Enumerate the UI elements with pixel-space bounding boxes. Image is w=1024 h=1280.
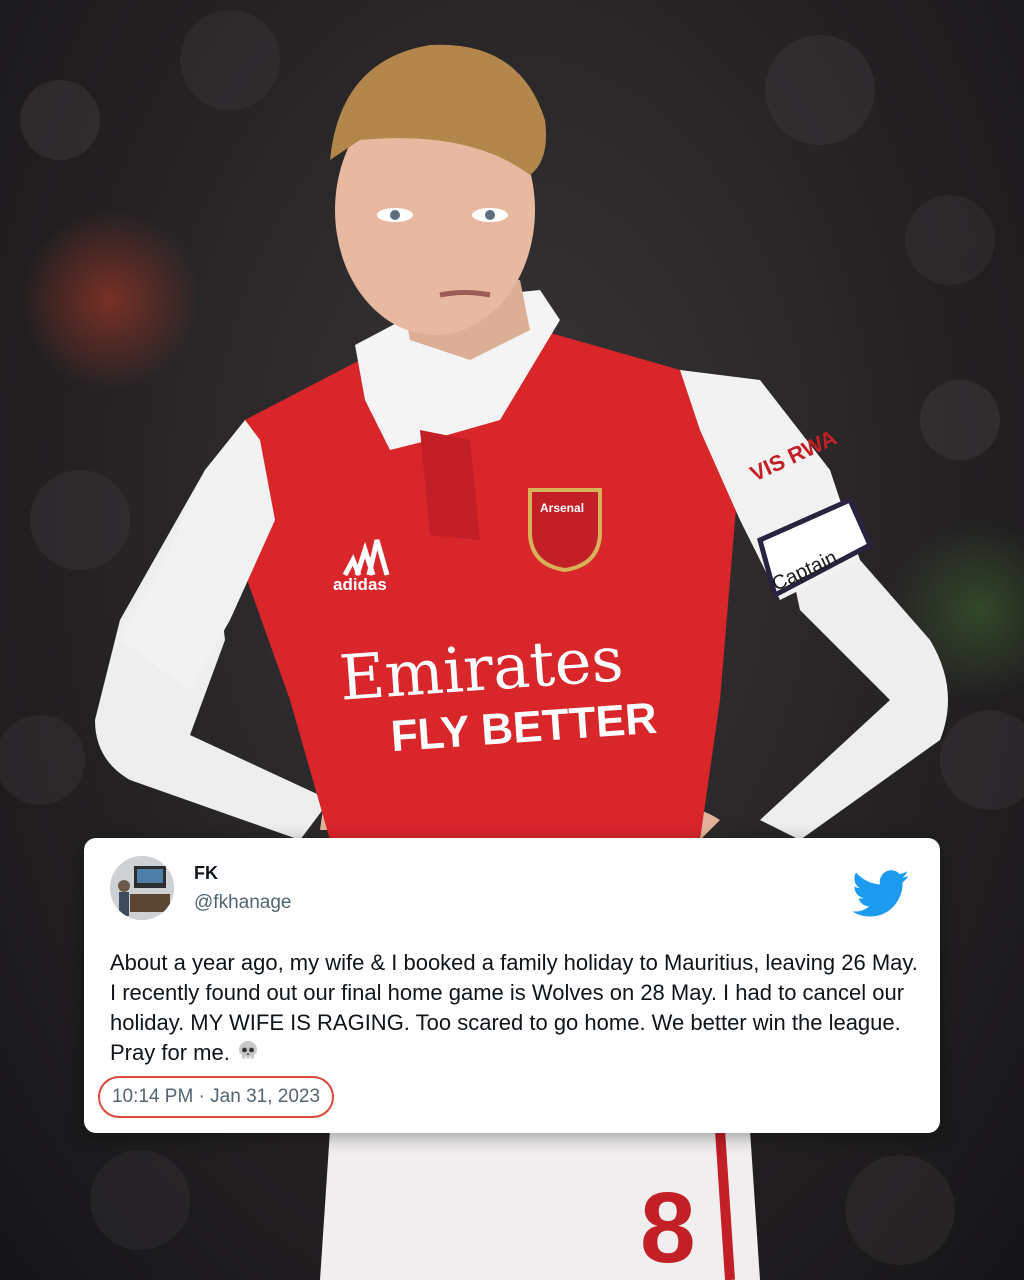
pupil-left [390,210,400,220]
skull-emoji-icon [236,1039,260,1071]
avatar[interactable] [110,856,174,920]
avatar-image [110,856,174,920]
pupil-right [485,210,495,220]
tweet-body: About a year ago, my wife & I booked a f… [110,948,920,1071]
tweet-text: About a year ago, my wife & I booked a f… [110,950,918,1065]
tweet-timestamp[interactable]: 10:14 PM · Jan 31, 2023 [98,1076,334,1118]
tweet-card[interactable]: FK @fkhanage About a year ago, my wife &… [84,838,940,1133]
display-name[interactable]: FK [194,863,218,884]
twitter-bird-icon[interactable] [852,870,910,918]
crest-text: Arsenal [540,501,584,515]
left-sleeve [120,420,275,690]
user-handle[interactable]: @fkhanage [194,892,291,914]
kit-brand-text: adidas [333,575,387,594]
shorts-number: 8 [640,1172,696,1280]
mouth [439,290,491,298]
